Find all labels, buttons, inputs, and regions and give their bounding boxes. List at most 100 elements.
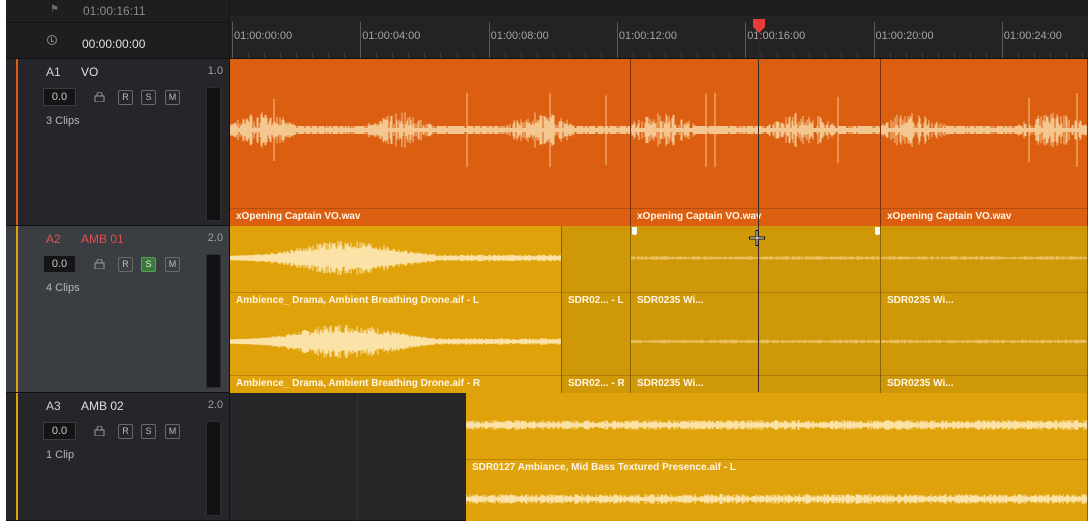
waveform — [881, 93, 1087, 167]
audio-clip[interactable]: xOpening Captain VO.wav — [881, 59, 1088, 226]
solo-button[interactable]: S — [141, 424, 156, 439]
ruler-tick — [360, 22, 362, 58]
ruler-minor-tick — [1033, 53, 1035, 58]
audio-clip[interactable]: xOpening Captain VO.wav — [631, 59, 881, 226]
ruler-minor-tick — [600, 53, 602, 58]
lock-icon[interactable] — [94, 259, 105, 269]
ruler-minor-tick — [344, 53, 346, 58]
clip-label: xOpening Captain VO.wav — [887, 211, 1012, 222]
ruler-tick — [488, 22, 490, 58]
track-level-meter — [206, 254, 221, 388]
ruler-minor-tick — [761, 53, 763, 58]
audio-clip[interactable]: SDR02... - L — [562, 226, 631, 310]
ruler-minor-tick — [953, 53, 955, 58]
ruler-minor-tick — [568, 53, 570, 58]
trim-handle[interactable] — [875, 227, 880, 235]
audio-clip[interactable]: Ambience_ Drama, Ambient Breathing Drone… — [230, 310, 562, 393]
clip-label: SDR0235 Wi... — [637, 378, 704, 389]
lock-icon[interactable] — [94, 92, 105, 102]
mute-button[interactable]: M — [165, 90, 180, 105]
track-id: A2 — [46, 232, 61, 246]
ruler-minor-tick — [713, 53, 715, 58]
current-timecode[interactable]: 00:00:00:00 — [82, 37, 145, 51]
audio-clip[interactable]: SDR0235 Wi... — [881, 226, 1088, 310]
ruler-minor-tick — [665, 53, 666, 58]
ruler-minor-tick — [632, 53, 634, 58]
mute-button[interactable]: M — [165, 424, 180, 439]
timecode-row: 00:00:00:00 — [6, 22, 230, 59]
track-name[interactable]: VO — [81, 65, 98, 79]
track-id: A1 — [46, 65, 61, 79]
clip-label: SDR02... - R — [568, 378, 625, 389]
ruler-minor-tick — [905, 53, 907, 58]
ruler-tick — [745, 22, 747, 58]
playhead-marker[interactable] — [752, 18, 766, 34]
track-channel-format: 2.0 — [207, 399, 223, 411]
lock-icon[interactable] — [94, 426, 105, 436]
track-header-a1[interactable]: A1 VO 1.0 0.0 R S M 3 Clips — [6, 59, 230, 226]
track-header-a3[interactable]: A3 AMB 02 2.0 0.0 R S M 1 Clip — [6, 393, 230, 521]
clip-count: 1 Clip — [46, 449, 75, 461]
track-header-a2[interactable]: A2 AMB 01 2.0 0.0 R S M 4 Clips — [6, 226, 230, 393]
track-channel-format: 2.0 — [207, 232, 223, 244]
audio-clip[interactable]: xOpening Captain VO.wav — [230, 59, 631, 226]
ruler-tick-label: 01:00:12:00 — [618, 30, 678, 42]
ruler-minor-tick — [777, 53, 779, 58]
track-color-strip — [16, 226, 18, 392]
crosshair-cursor-icon — [749, 230, 765, 246]
ruler-minor-tick — [472, 53, 474, 58]
track-volume-field[interactable]: 0.0 — [43, 422, 76, 440]
ruler-tick — [1001, 22, 1003, 58]
trim-handle[interactable] — [632, 227, 637, 235]
marker-timecode: 01:00:16:11 — [83, 4, 146, 18]
timeline-ruler[interactable]: 01:00:00:00 01:00:04:00 01:00:08:00 01:00:1… — [230, 16, 1088, 59]
ruler-minor-tick — [648, 53, 650, 58]
audio-clip[interactable]: Ambience_ Drama, Ambient Breathing Drone… — [230, 226, 562, 310]
ruler-minor-tick — [1017, 53, 1019, 58]
audio-clip[interactable]: SDR0127 Ambiance, Mid Bass Textured Pres… — [466, 393, 1088, 477]
ruler-tick-label: 01:00:20:00 — [875, 30, 934, 42]
clip-label: xOpening Captain VO.wav — [236, 211, 361, 222]
ruler-minor-tick — [312, 53, 314, 58]
playhead-line — [758, 32, 759, 392]
track-name[interactable]: AMB 02 — [81, 399, 124, 413]
marker-row: ⚑ 01:00:16:11 — [6, 0, 230, 22]
clip-label: Ambience_ Drama, Ambient Breathing Drone… — [236, 378, 481, 389]
ruler-minor-tick — [1065, 53, 1067, 58]
ruler-minor-tick — [1081, 53, 1083, 58]
audio-clip[interactable] — [466, 477, 1088, 521]
ruler-minor-tick — [280, 53, 282, 58]
mute-button[interactable]: M — [165, 257, 180, 272]
ruler-minor-tick — [552, 53, 554, 58]
ruler-minor-tick — [969, 53, 971, 58]
track-color-strip — [16, 59, 18, 225]
waveform — [466, 494, 1087, 504]
clock-icon — [47, 35, 57, 45]
ruler-minor-tick — [841, 53, 843, 58]
ruler-minor-tick — [296, 53, 298, 58]
ruler-minor-tick — [504, 53, 506, 58]
track-name[interactable]: AMB 01 — [81, 232, 124, 246]
track-level-meter — [206, 421, 221, 516]
clip-count: 3 Clips — [46, 115, 80, 127]
audio-clip[interactable]: SDR02... - R — [562, 310, 631, 393]
track-volume-field[interactable]: 0.0 — [43, 88, 76, 106]
ruler-minor-tick — [793, 53, 795, 58]
record-arm-button[interactable]: R — [118, 257, 133, 272]
clip-label: SDR0235 Wi... — [637, 295, 704, 306]
ruler-minor-tick — [985, 53, 987, 58]
audio-clip[interactable]: SDR0235 Wi... — [631, 310, 881, 393]
ruler-minor-tick — [681, 53, 683, 58]
ruler-tick-label: 01:00:08:00 — [490, 30, 549, 42]
waveform — [230, 240, 561, 276]
fairlight-timeline: ⚑ 01:00:16:11 00:00:00:00 01:00:00:00 01:… — [6, 0, 1088, 521]
ruler-minor-tick — [1049, 53, 1051, 58]
solo-button[interactable]: S — [141, 257, 156, 272]
solo-button[interactable]: S — [141, 90, 156, 105]
track-volume-field[interactable]: 0.0 — [43, 255, 76, 273]
flag-icon[interactable]: ⚑ — [50, 4, 59, 15]
ruler-minor-tick — [328, 53, 330, 58]
audio-clip[interactable]: SDR0235 Wi... — [881, 310, 1088, 393]
record-arm-button[interactable]: R — [118, 90, 133, 105]
record-arm-button[interactable]: R — [118, 424, 133, 439]
